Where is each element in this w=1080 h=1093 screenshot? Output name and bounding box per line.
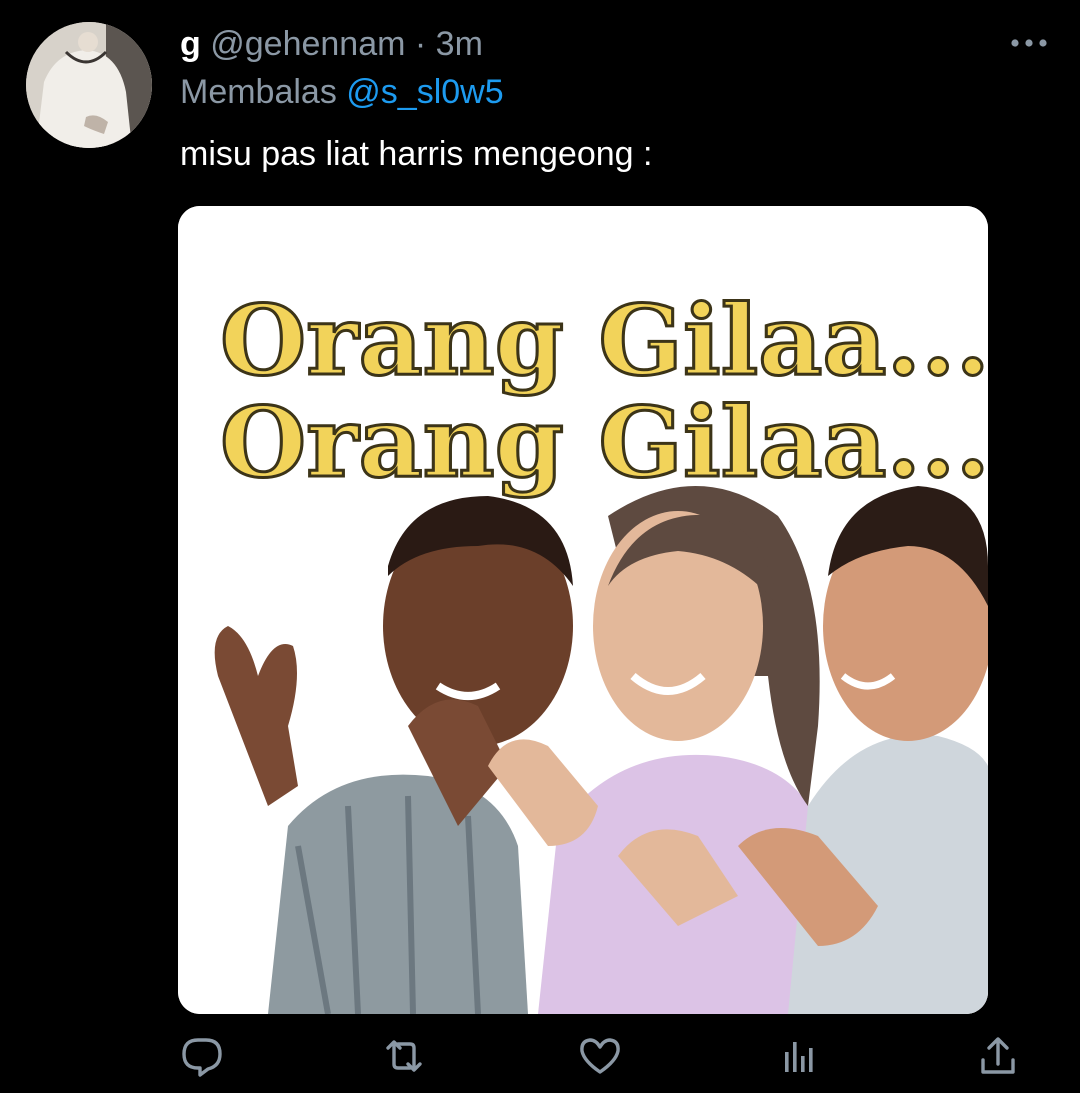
display-name[interactable]: g bbox=[180, 25, 201, 63]
avatar-image bbox=[26, 22, 152, 148]
tweet-media-image[interactable]: Orang Gilaa... Orang Gilaa... bbox=[178, 206, 988, 1014]
like-icon[interactable] bbox=[576, 1034, 624, 1078]
tweet-header: g @gehennam · 3m bbox=[180, 22, 483, 66]
separator-dot: · bbox=[414, 25, 427, 63]
retweet-icon[interactable] bbox=[380, 1034, 428, 1078]
meme-caption-line-2: Orang Gilaa... bbox=[220, 386, 988, 499]
user-handle[interactable]: @gehennam bbox=[210, 25, 405, 63]
reply-mention-link[interactable]: @s_sl0w5 bbox=[346, 73, 503, 111]
meme-caption-line-1: Orang Gilaa... bbox=[220, 284, 988, 397]
reply-context: Membalas @s_sl0w5 bbox=[180, 70, 504, 114]
avatar[interactable] bbox=[26, 22, 152, 148]
analytics-icon[interactable] bbox=[776, 1034, 824, 1078]
tweet-text: misu pas liat harris mengeong : bbox=[180, 135, 653, 173]
reply-icon[interactable] bbox=[178, 1034, 226, 1078]
reply-prefix: Membalas bbox=[180, 73, 337, 111]
tweet-actions-bar bbox=[0, 1034, 1080, 1082]
more-options-icon[interactable] bbox=[1004, 28, 1054, 58]
share-icon[interactable] bbox=[974, 1034, 1022, 1078]
timestamp[interactable]: 3m bbox=[436, 25, 483, 63]
